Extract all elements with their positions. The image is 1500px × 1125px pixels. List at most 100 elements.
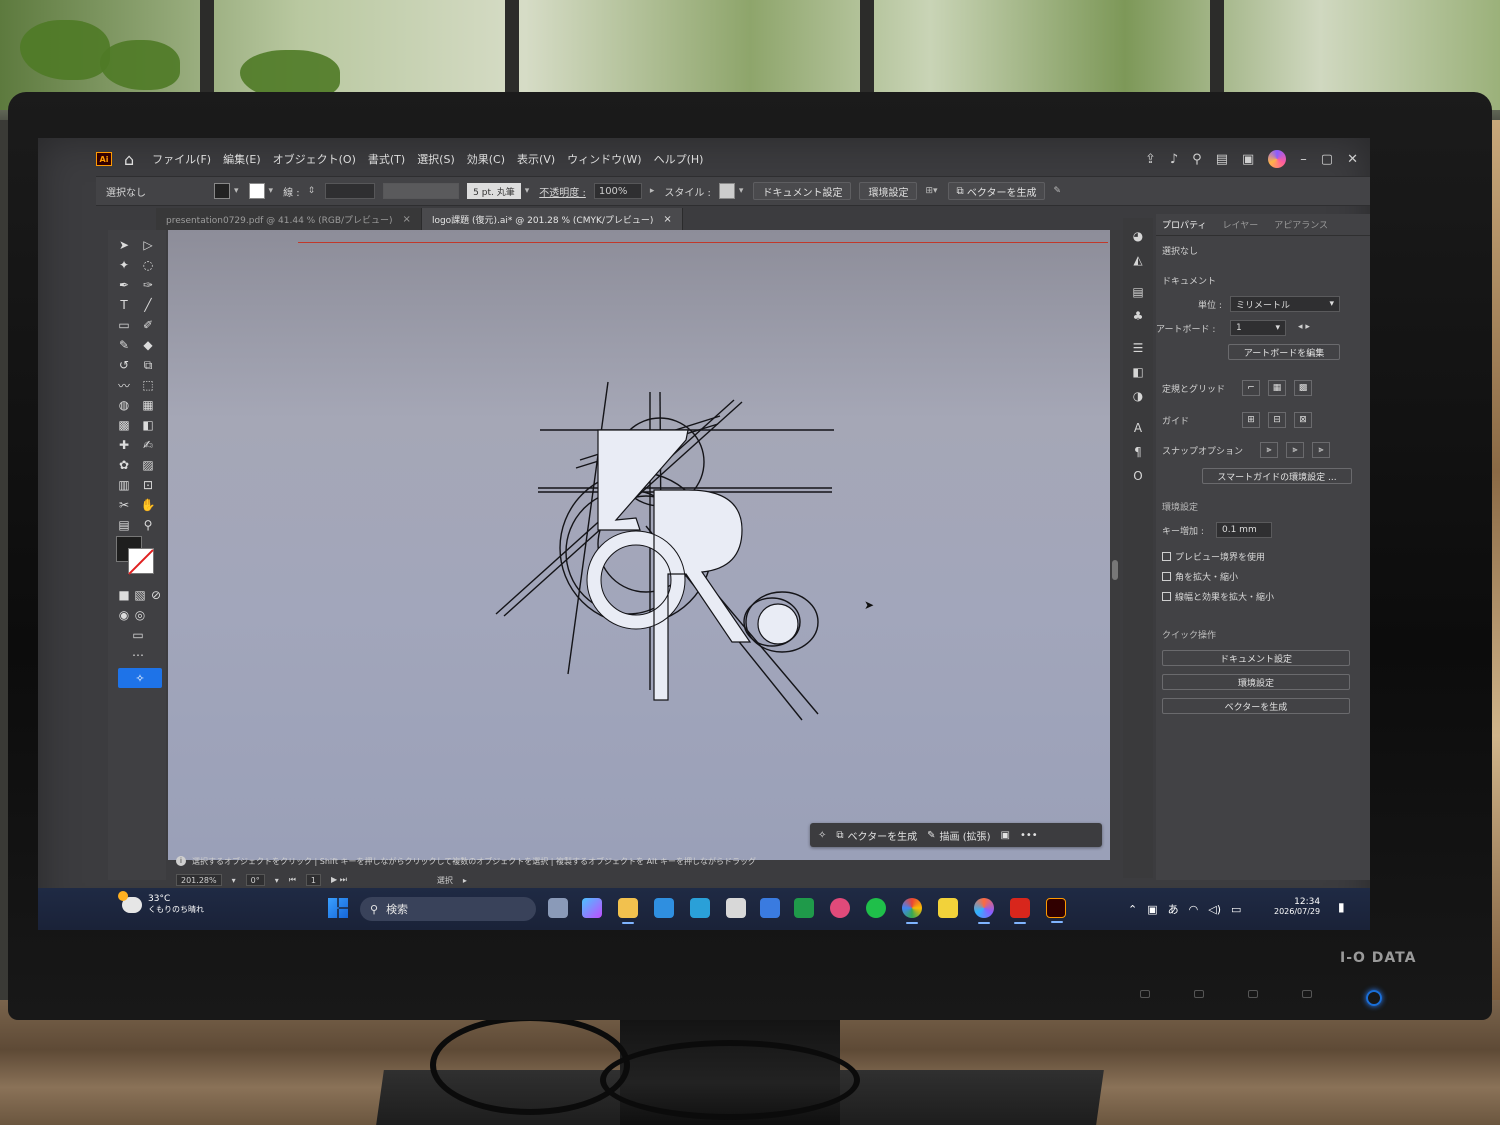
stroke-color[interactable] [128,548,154,574]
color-guide-icon[interactable]: ◭ [1129,252,1147,268]
sticky-notes-icon[interactable] [938,898,958,918]
menu-file[interactable]: ファイル(F) [152,151,211,167]
photos-icon[interactable] [830,898,850,918]
monitor-button[interactable] [1140,990,1150,998]
color-icon[interactable]: ◕ [1129,228,1147,244]
wifi-icon[interactable]: ◠ [1189,903,1199,916]
snap-point-icon[interactable]: ⫸ [1260,442,1278,458]
notification-icon[interactable]: ▮ [1338,900,1345,914]
screen-mode-icon[interactable]: ▭ [128,626,148,644]
eyedropper-icon[interactable]: ✚ [114,436,134,454]
vertical-scrollbar[interactable] [1110,230,1120,860]
smart-guides-icon[interactable]: ⊠ [1294,412,1312,428]
clock[interactable]: 12:34 2026/07/29 [1274,897,1320,916]
swatches-icon[interactable]: ▤ [1129,284,1147,300]
menu-object[interactable]: オブジェクト(O) [273,151,356,167]
search-icon[interactable]: ⚲ [1192,152,1202,167]
store-icon[interactable] [690,898,710,918]
chevron-down-icon[interactable]: ▾ [269,186,274,196]
monitor-button[interactable] [1302,990,1312,998]
tab-presentation[interactable]: presentation0729.pdf @ 41.44 % (RGB/プレビュ… [156,208,422,230]
first-artboard-icon[interactable]: ⏮ [289,875,296,885]
mesh-tool-icon[interactable]: ▩ [114,416,134,434]
stroke-swatch[interactable] [248,183,265,199]
snap-pixel-icon[interactable]: ⫸ [1312,442,1330,458]
status-mode[interactable]: 選択 [437,875,453,886]
snap-grid-icon[interactable]: ⫸ [1286,442,1304,458]
zoom-field[interactable]: 201.28% [176,874,222,886]
app-tray-icon[interactable]: ▣ [1147,903,1157,916]
symbol-sprayer-icon[interactable]: ✿ [114,456,134,474]
share-icon[interactable]: ⇪ [1145,152,1156,167]
selection-tool-icon[interactable]: ➤ [114,236,134,254]
file-explorer-icon[interactable] [618,898,638,924]
word-icon[interactable] [760,898,780,918]
scroll-thumb[interactable] [1112,560,1118,580]
volume-icon[interactable]: ◁) [1208,903,1221,916]
paragraph-icon[interactable]: ¶ [1129,444,1147,460]
zoom-tool-icon[interactable]: ⚲ [138,516,158,534]
opentype-icon[interactable]: O [1129,468,1147,484]
gallery-icon[interactable]: ▣ [1001,830,1010,841]
opacity-field[interactable]: 100% [593,183,642,199]
transparency-grid-icon[interactable]: ▩ [1294,380,1312,396]
gradient-tool-icon[interactable]: ◧ [138,416,158,434]
monitor-button[interactable] [1248,990,1258,998]
ruler-icon[interactable]: ⌐ [1242,380,1260,396]
menu-view[interactable]: 表示(V) [517,151,555,167]
qa-preferences-button[interactable]: 環境設定 [1162,674,1350,690]
slice-tool-icon[interactable]: ✂ [114,496,134,514]
live-paint-icon[interactable]: ▨ [138,456,158,474]
line-tool-icon[interactable]: ╱ [138,296,158,314]
chevron-down-icon[interactable]: ▾ [232,876,236,885]
qa-document-setup-button[interactable]: ドキュメント設定 [1162,650,1350,666]
tab-layers[interactable]: レイヤー [1222,218,1258,231]
fill-swatch[interactable] [214,183,230,199]
free-transform-icon[interactable]: ⬚ [138,376,158,394]
close-icon[interactable]: × [403,214,411,225]
chrome-icon[interactable] [902,898,922,924]
none-mode-icon[interactable]: ⊘ [146,586,166,604]
monitor-button[interactable] [1194,990,1204,998]
ime-indicator[interactable]: あ [1168,901,1179,917]
taskbar-search[interactable]: ⚲ 検索 [360,897,536,921]
shaper-tool-icon[interactable]: ✎ [114,336,134,354]
chevron-down-icon[interactable]: ▾ [525,186,530,196]
creative-cloud-icon[interactable] [974,898,994,924]
checkbox[interactable] [1162,572,1171,581]
gradient-icon[interactable]: ◧ [1129,364,1147,380]
character-icon[interactable]: A [1129,420,1147,436]
eraser-icon[interactable]: ◆ [138,336,158,354]
illustrator-icon[interactable] [1046,898,1066,923]
preferences-button[interactable]: 環境設定 [859,182,918,200]
align-icon[interactable]: ⊞▾ [925,186,937,196]
show-guides-icon[interactable]: ⊞ [1242,412,1260,428]
scale-strokes-checkbox[interactable]: 線幅と効果を拡大・縮小 [1162,590,1274,603]
generate-vectors-button[interactable]: ⧉ ベクターを生成 [947,182,1046,200]
preview-bounds-checkbox[interactable]: プレビュー境界を使用 [1162,550,1265,563]
variable-width-field[interactable] [383,183,460,199]
more-button[interactable]: ••• [1020,830,1038,841]
tab-appearance[interactable]: アピアランス [1274,218,1328,231]
home-icon[interactable]: ⌂ [124,150,134,169]
graph-tool-icon[interactable]: ▥ [114,476,134,494]
notification-icon[interactable]: ♪ [1170,152,1178,167]
menu-effect[interactable]: 効果(C) [467,151,505,167]
next-artboard-icon[interactable]: ▶ ⏭ [331,875,347,885]
menu-window[interactable]: ウィンドウ(W) [567,151,641,167]
style-swatch[interactable] [718,183,735,199]
tab-properties[interactable]: プロパティ [1162,218,1206,231]
rectangle-tool-icon[interactable]: ▭ [114,316,134,334]
menu-type[interactable]: 書式(T) [368,151,405,167]
rotate-tool-icon[interactable]: ↺ [114,356,134,374]
artboard-nav-icon[interactable]: ◂ ▸ [1298,322,1310,332]
opacity-label[interactable]: 不透明度 : [539,184,586,199]
tab-logo[interactable]: logo課題 (復元).ai* @ 201.28 % (CMYK/プレビュー) … [421,208,683,230]
close-icon[interactable]: × [663,214,671,225]
magic-icon[interactable]: ✎ [1053,186,1061,196]
line-icon[interactable] [866,898,886,918]
folder-icon[interactable] [654,898,674,918]
lock-guides-icon[interactable]: ⊟ [1268,412,1286,428]
rotate-field[interactable]: 0° [245,874,265,886]
windows-start-icon[interactable] [328,898,348,918]
